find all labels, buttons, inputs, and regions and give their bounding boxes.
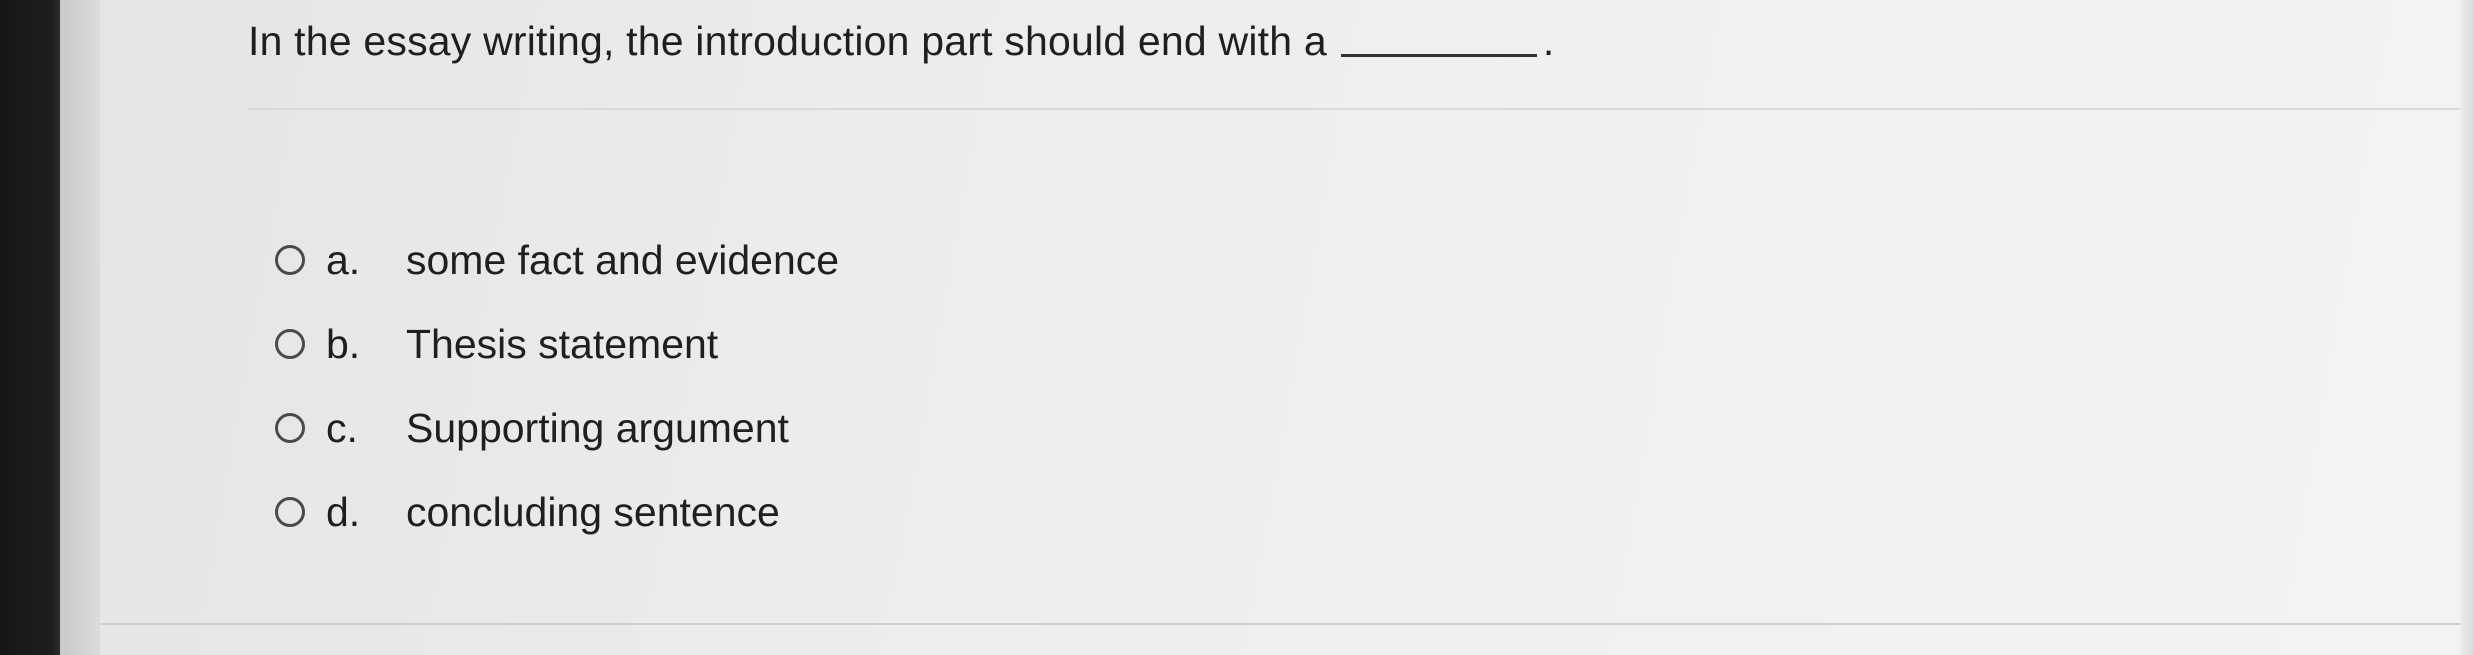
option-label-c[interactable]: Supporting argument xyxy=(406,405,789,452)
option-b[interactable]: b. Thesis statement xyxy=(275,302,839,386)
option-label-b[interactable]: Thesis statement xyxy=(406,321,718,368)
option-c[interactable]: c. Supporting argument xyxy=(275,386,839,470)
option-label-a[interactable]: some fact and evidence xyxy=(406,237,839,284)
option-d[interactable]: d. concluding sentence xyxy=(275,470,839,554)
page-right-edge xyxy=(2460,0,2474,655)
option-label-d[interactable]: concluding sentence xyxy=(406,489,780,536)
question-divider xyxy=(248,108,2460,110)
option-letter-c: c. xyxy=(326,404,358,451)
screen-bezel xyxy=(0,0,60,655)
question-period: . xyxy=(1542,18,1555,64)
option-a[interactable]: a. some fact and evidence xyxy=(275,218,839,302)
radio-button-a[interactable] xyxy=(275,245,305,275)
quiz-question-panel: In the essay writing, the introduction p… xyxy=(100,0,2460,655)
option-letter-d: d. xyxy=(326,488,361,535)
question-text: In the essay writing, the introduction p… xyxy=(248,18,1554,65)
panel-bottom-border xyxy=(100,623,2460,625)
option-letter-a: a. xyxy=(326,236,361,283)
answer-options: a. some fact and evidence b. Thesis stat… xyxy=(275,218,839,554)
page-left-edge xyxy=(60,0,100,655)
question-stem: In the essay writing, the introduction p… xyxy=(248,18,1327,64)
radio-button-c[interactable] xyxy=(275,413,305,443)
option-letter-b: b. xyxy=(326,320,361,367)
radio-button-d[interactable] xyxy=(275,497,305,527)
answer-blank xyxy=(1340,54,1537,57)
radio-button-b[interactable] xyxy=(275,329,305,359)
